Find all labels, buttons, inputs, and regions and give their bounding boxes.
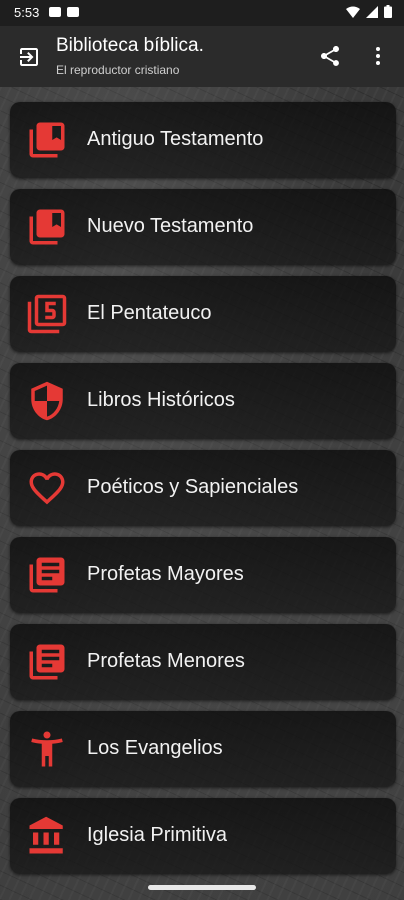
- menu-item-label: Libros Históricos: [87, 389, 235, 411]
- battery-icon: [384, 5, 392, 18]
- person-icon: [31, 731, 63, 767]
- shield-icon: [31, 381, 63, 421]
- menu-item-los-evangelios[interactable]: Los Evangelios: [10, 711, 396, 787]
- menu-item-label: Poéticos y Sapienciales: [87, 476, 299, 498]
- more-options-icon[interactable]: [366, 44, 390, 68]
- status-bar: 5:53: [0, 0, 404, 26]
- menu-item-nuevo-testamento[interactable]: Nuevo Testamento: [10, 189, 396, 265]
- menu-item-label: Nuevo Testamento: [87, 215, 254, 237]
- menu-item-antiguo-testamento[interactable]: Antiguo Testamento: [10, 102, 396, 178]
- menu-item-label: Antiguo Testamento: [87, 128, 264, 150]
- menu-item-poeticos-y-sapienciales[interactable]: Poéticos y Sapienciales: [10, 450, 396, 526]
- institution-icon: [29, 816, 63, 854]
- library-books-icon: [29, 557, 65, 593]
- menu-item-label: Profetas Mayores: [87, 563, 244, 585]
- youtube-notification-icon: [67, 7, 79, 17]
- gesture-nav-handle[interactable]: [148, 885, 256, 890]
- menu-item-profetas-menores[interactable]: Profetas Menores: [10, 624, 396, 700]
- status-time: 5:53: [14, 5, 40, 20]
- menu-item-el-pentateuco[interactable]: El Pentateuco: [10, 276, 396, 352]
- menu-item-label: Iglesia Primitiva: [87, 824, 228, 846]
- share-icon[interactable]: [318, 44, 342, 68]
- library-books-icon: [29, 644, 65, 680]
- app-subtitle: El reproductor cristiano: [56, 63, 180, 77]
- app-bar: Biblioteca bíblica. El reproductor crist…: [0, 26, 404, 87]
- status-icons: [346, 5, 392, 18]
- menu-item-label: El Pentateuco: [87, 302, 212, 324]
- book-stack-icon: [29, 209, 65, 245]
- menu-item-label: Profetas Menores: [87, 650, 245, 672]
- menu-item-libros-historicos[interactable]: Libros Históricos: [10, 363, 396, 439]
- menu-item-iglesia-primitiva[interactable]: Iglesia Primitiva: [10, 798, 396, 874]
- menu-item-profetas-mayores[interactable]: Profetas Mayores: [10, 537, 396, 613]
- menu-item-label: Los Evangelios: [87, 737, 223, 759]
- wifi-icon: [346, 6, 360, 18]
- signal-icon: [366, 5, 378, 18]
- exit-icon[interactable]: [17, 45, 41, 69]
- heart-icon: [29, 472, 65, 505]
- book-stack-icon: [29, 122, 65, 158]
- youtube-notification-icon: [49, 7, 61, 17]
- filter-5-icon: [27, 294, 67, 334]
- app-title: Biblioteca bíblica.: [56, 35, 204, 56]
